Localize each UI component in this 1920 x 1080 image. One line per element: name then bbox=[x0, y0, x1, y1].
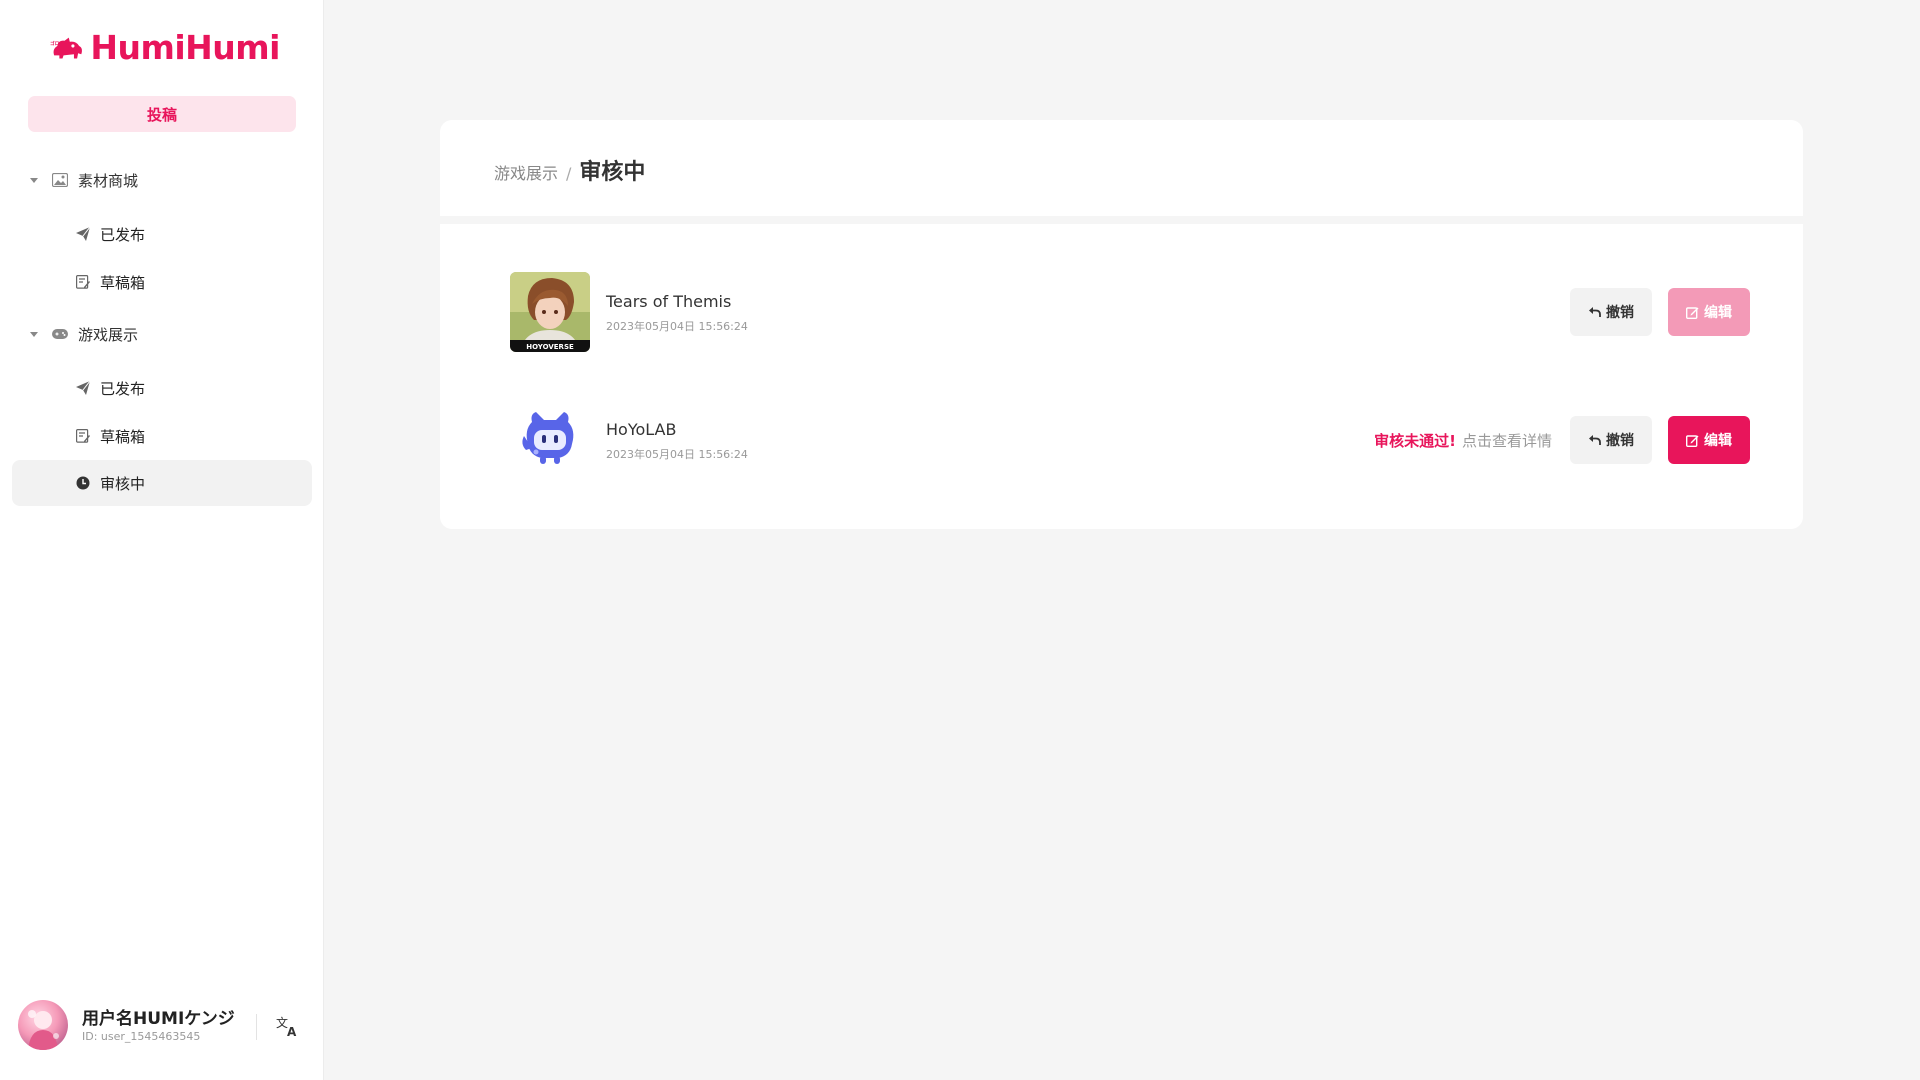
revoke-label: 撤销 bbox=[1606, 433, 1634, 449]
revoke-button[interactable]: 撤销 bbox=[1570, 416, 1652, 464]
translate-icon[interactable]: 文 A bbox=[276, 1014, 300, 1038]
edit-note-icon bbox=[76, 275, 90, 289]
undo-arrow-icon bbox=[1589, 307, 1601, 317]
sidebar-item-game-drafts[interactable]: 草稿箱 bbox=[12, 413, 312, 459]
user-profile[interactable]: 用户名HUMIケンジ ID: user_1545463545 文 A bbox=[18, 1000, 308, 1052]
sidebar-item-label: 已发布 bbox=[100, 379, 146, 398]
page-title: 审核中 bbox=[579, 160, 646, 185]
revoke-button[interactable]: 撤销 bbox=[1570, 288, 1652, 336]
view-details-link[interactable]: 点击查看详情 bbox=[1462, 432, 1552, 450]
avatar[interactable] bbox=[18, 1000, 68, 1050]
nav-group-material-shop[interactable]: 素材商城 bbox=[0, 162, 324, 198]
item-date: 2023年05月04日 15:56:24 bbox=[606, 320, 748, 333]
divider bbox=[256, 1014, 257, 1040]
nav-group-label: 游戏展示 bbox=[78, 325, 139, 344]
caret-down-icon bbox=[30, 177, 38, 183]
sidebar: ゴロ HumiHumi 投稿 素材商城 已发布 草稿箱 游戏展示 已发布 草稿箱… bbox=[0, 0, 324, 1080]
svg-text:ゴロ: ゴロ bbox=[50, 40, 60, 47]
logo-text: HumiHumi bbox=[90, 27, 280, 67]
sidebar-item-game-reviewing[interactable]: 审核中 bbox=[12, 460, 312, 506]
logo-mascot-icon: ゴロ bbox=[50, 37, 82, 59]
revoke-label: 撤销 bbox=[1606, 305, 1634, 321]
sidebar-item-label: 草稿箱 bbox=[100, 427, 146, 446]
image-icon bbox=[52, 173, 68, 187]
breadcrumb-parent[interactable]: 游戏展示 bbox=[494, 160, 558, 184]
edit-icon bbox=[1686, 434, 1699, 447]
breadcrumb: 游戏展示 / 审核中 bbox=[494, 154, 645, 186]
list-item: HOYOVERSE Tears of Themis 2023年05月04日 15… bbox=[510, 272, 1750, 352]
user-name: 用户名HUMIケンジ bbox=[82, 1009, 235, 1029]
item-title[interactable]: HoYoLAB bbox=[606, 420, 676, 439]
review-status: 审核未通过! 点击查看详情 bbox=[1374, 430, 1552, 451]
sidebar-item-label: 草稿箱 bbox=[100, 273, 146, 292]
sidebar-item-label: 审核中 bbox=[100, 474, 146, 493]
edit-label: 编辑 bbox=[1704, 433, 1732, 449]
paper-plane-icon bbox=[76, 227, 90, 241]
status-badge: 审核未通过! bbox=[1374, 432, 1456, 450]
user-id: ID: user_1545463545 bbox=[82, 1030, 201, 1043]
edit-button[interactable]: 编辑 bbox=[1668, 288, 1750, 336]
submit-button[interactable]: 投稿 bbox=[28, 96, 296, 132]
list-item: HoYoLAB 2023年05月04日 15:56:24 审核未通过! 点击查看详… bbox=[510, 400, 1750, 480]
breadcrumb-separator: / bbox=[566, 164, 572, 183]
svg-text:A: A bbox=[287, 1025, 297, 1038]
game-thumbnail[interactable] bbox=[510, 400, 590, 480]
sidebar-item-material-published[interactable]: 已发布 bbox=[12, 211, 312, 257]
sidebar-item-label: 已发布 bbox=[100, 225, 146, 244]
edit-note-icon bbox=[76, 429, 90, 443]
logo[interactable]: ゴロ HumiHumi bbox=[50, 22, 280, 72]
item-date: 2023年05月04日 15:56:24 bbox=[606, 448, 748, 461]
nav-group-game-showcase[interactable]: 游戏展示 bbox=[0, 316, 324, 352]
edit-button[interactable]: 编辑 bbox=[1668, 416, 1750, 464]
thumb-caption: HOYOVERSE bbox=[526, 343, 574, 351]
item-title[interactable]: Tears of Themis bbox=[606, 292, 731, 311]
edit-label: 编辑 bbox=[1704, 305, 1732, 321]
nav-group-label: 素材商城 bbox=[78, 171, 139, 190]
edit-icon bbox=[1686, 306, 1699, 319]
gamepad-icon bbox=[52, 329, 68, 339]
paper-plane-icon bbox=[76, 381, 90, 395]
sidebar-item-material-drafts[interactable]: 草稿箱 bbox=[12, 259, 312, 305]
page-header: 游戏展示 / 审核中 bbox=[440, 120, 1803, 216]
clock-icon bbox=[76, 476, 90, 490]
game-thumbnail[interactable]: HOYOVERSE bbox=[510, 272, 590, 352]
caret-down-icon bbox=[30, 331, 38, 337]
undo-arrow-icon bbox=[1589, 435, 1601, 445]
review-list: HOYOVERSE Tears of Themis 2023年05月04日 15… bbox=[440, 224, 1803, 529]
sidebar-item-game-published[interactable]: 已发布 bbox=[12, 365, 312, 411]
